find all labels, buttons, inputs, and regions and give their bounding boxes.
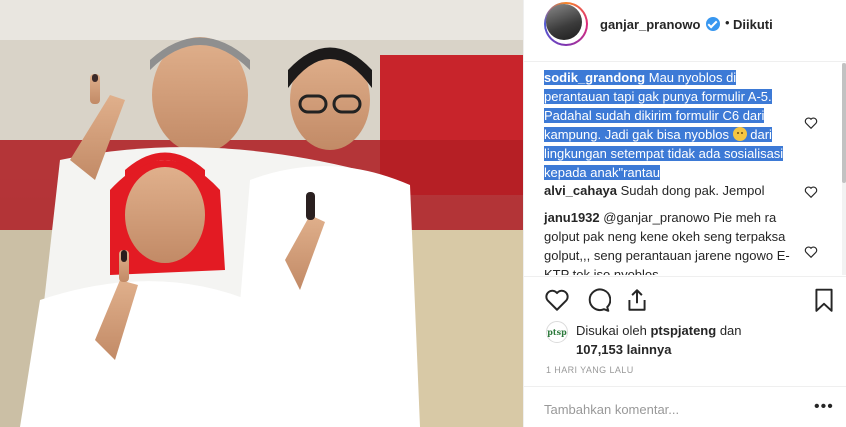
add-comment-input[interactable]	[544, 399, 794, 419]
heart-icon[interactable]	[544, 287, 570, 313]
comment-username[interactable]: janu1932	[544, 210, 600, 225]
post-timestamp[interactable]: 1 HARI YANG LALU	[546, 365, 634, 375]
comment-composer: •••	[524, 386, 846, 427]
likes-section: ptsp Disukai oleh ptspjateng dan 107,153…	[524, 315, 846, 365]
comment-like-heart-icon[interactable]	[804, 116, 818, 130]
comments-scrollbar[interactable]	[842, 63, 846, 275]
comments-list[interactable]: sodik_grandong Mau nyoblos di perantauan…	[524, 63, 846, 275]
likes-prefix: Disukai oleh	[576, 323, 647, 338]
post-side-panel: ganjar_pranowo • Diikuti sodik_grandong …	[523, 0, 846, 427]
following-button[interactable]: Diikuti	[733, 17, 773, 32]
bookmark-icon[interactable]	[811, 287, 837, 313]
likes-summary: Disukai oleh ptspjateng dan 107,153 lain…	[576, 321, 816, 359]
verified-badge-icon	[706, 17, 720, 31]
more-options-icon[interactable]: •••	[814, 399, 834, 415]
comment-item: alvi_cahaya Sudah dong pak. Jempol	[544, 181, 794, 200]
post-photo[interactable]	[0, 0, 523, 427]
username-link[interactable]: ganjar_pranowo	[600, 17, 700, 32]
post-image	[0, 0, 523, 427]
likes-conjunction: dan	[719, 323, 742, 338]
pensive-face-icon	[732, 127, 747, 141]
separator-dot: •	[725, 15, 730, 30]
comment-item: janu1932 @ganjar_pranowo Pie meh ra golp…	[544, 208, 794, 275]
liker-avatar[interactable]: ptsp	[546, 321, 568, 343]
share-icon[interactable]	[624, 287, 650, 313]
post-header: ganjar_pranowo • Diikuti	[524, 0, 846, 62]
comment-like-heart-icon[interactable]	[804, 245, 818, 259]
comment-username[interactable]: alvi_cahaya	[544, 183, 617, 198]
likes-count-link[interactable]: 107,153	[576, 342, 623, 357]
comment-text: Sudah dong pak. Jempol	[620, 183, 765, 198]
liker-username-link[interactable]: ptspjateng	[650, 323, 716, 338]
scrollbar-thumb[interactable]	[842, 63, 846, 183]
comment-item: sodik_grandong Mau nyoblos di perantauan…	[544, 68, 794, 182]
comment-like-heart-icon[interactable]	[804, 185, 818, 199]
profile-avatar[interactable]	[544, 2, 588, 46]
comment-username[interactable]: sodik_grandong	[544, 70, 645, 85]
likes-count-suffix[interactable]: lainnya	[627, 342, 672, 357]
comment-icon[interactable]	[585, 287, 611, 313]
